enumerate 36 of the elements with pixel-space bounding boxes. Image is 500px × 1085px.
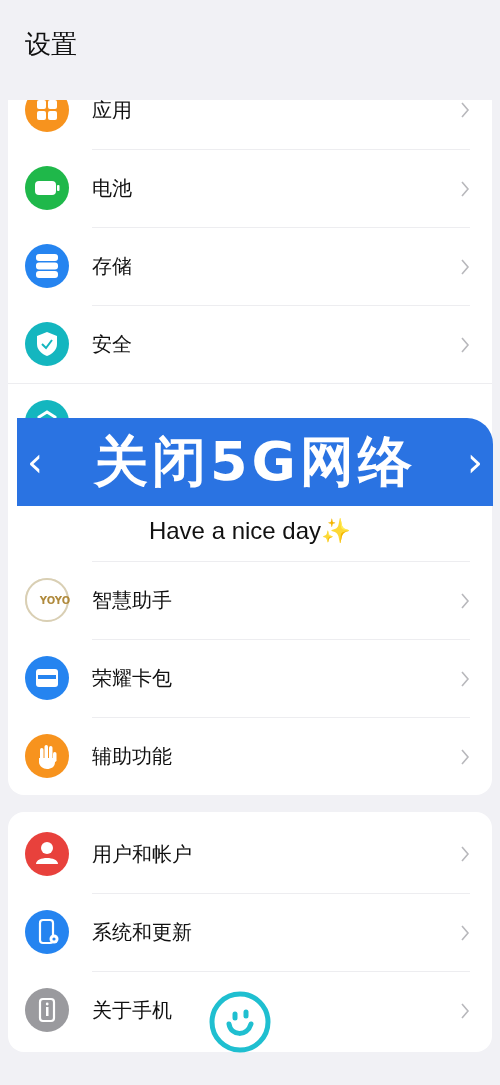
chevron-right-icon [460, 335, 470, 354]
settings-item[interactable]: 关于手机 [8, 971, 492, 1049]
item-label: 存储 [92, 253, 132, 280]
item-label: 系统和更新 [92, 919, 192, 946]
settings-item[interactable]: 系统和更新 [8, 893, 492, 971]
item-label: 电池 [92, 175, 132, 202]
settings-item[interactable]: 荣耀卡包 [8, 639, 492, 717]
chevron-right-icon [460, 101, 470, 119]
chevron-right-icon [460, 257, 470, 276]
chevron-right-icon [460, 591, 470, 610]
item-label: 关于手机 [92, 997, 172, 1024]
banner-title: 关闭5G网络 [94, 428, 416, 495]
logo-text: YOYO [38, 594, 72, 606]
item-label: 荣耀卡包 [92, 665, 172, 692]
next-arrow[interactable]: › [467, 439, 483, 485]
caption-text: Have a nice day✨ [148, 517, 352, 545]
settings-item[interactable]: 安全 [8, 305, 492, 383]
chevron-right-icon [460, 747, 470, 766]
chevron-right-icon [460, 669, 470, 688]
previous-arrow[interactable]: ‹ [27, 439, 43, 485]
item-label: 用户和帐户 [92, 840, 192, 868]
chevron-right-icon [460, 923, 470, 942]
settings-item[interactable]: 存储 [8, 227, 492, 305]
chevron-right-icon [460, 845, 470, 863]
settings-item[interactable]: YOYO 智慧助手 [8, 561, 492, 639]
page-title: 设置 [25, 28, 77, 61]
settings-item[interactable]: 辅助功能 [8, 717, 492, 795]
item-label: 应用 [92, 100, 132, 124]
item-label: 智慧助手 [92, 587, 172, 614]
settings-item[interactable]: 应用 [8, 100, 492, 149]
settings-item[interactable]: 电池 [8, 149, 492, 227]
settings-item[interactable]: 用户和帐户 [8, 815, 492, 893]
chevron-right-icon [460, 179, 470, 198]
item-label: 辅助功能 [92, 743, 172, 770]
item-label: 安全 [92, 331, 132, 358]
chevron-right-icon [460, 1001, 470, 1020]
